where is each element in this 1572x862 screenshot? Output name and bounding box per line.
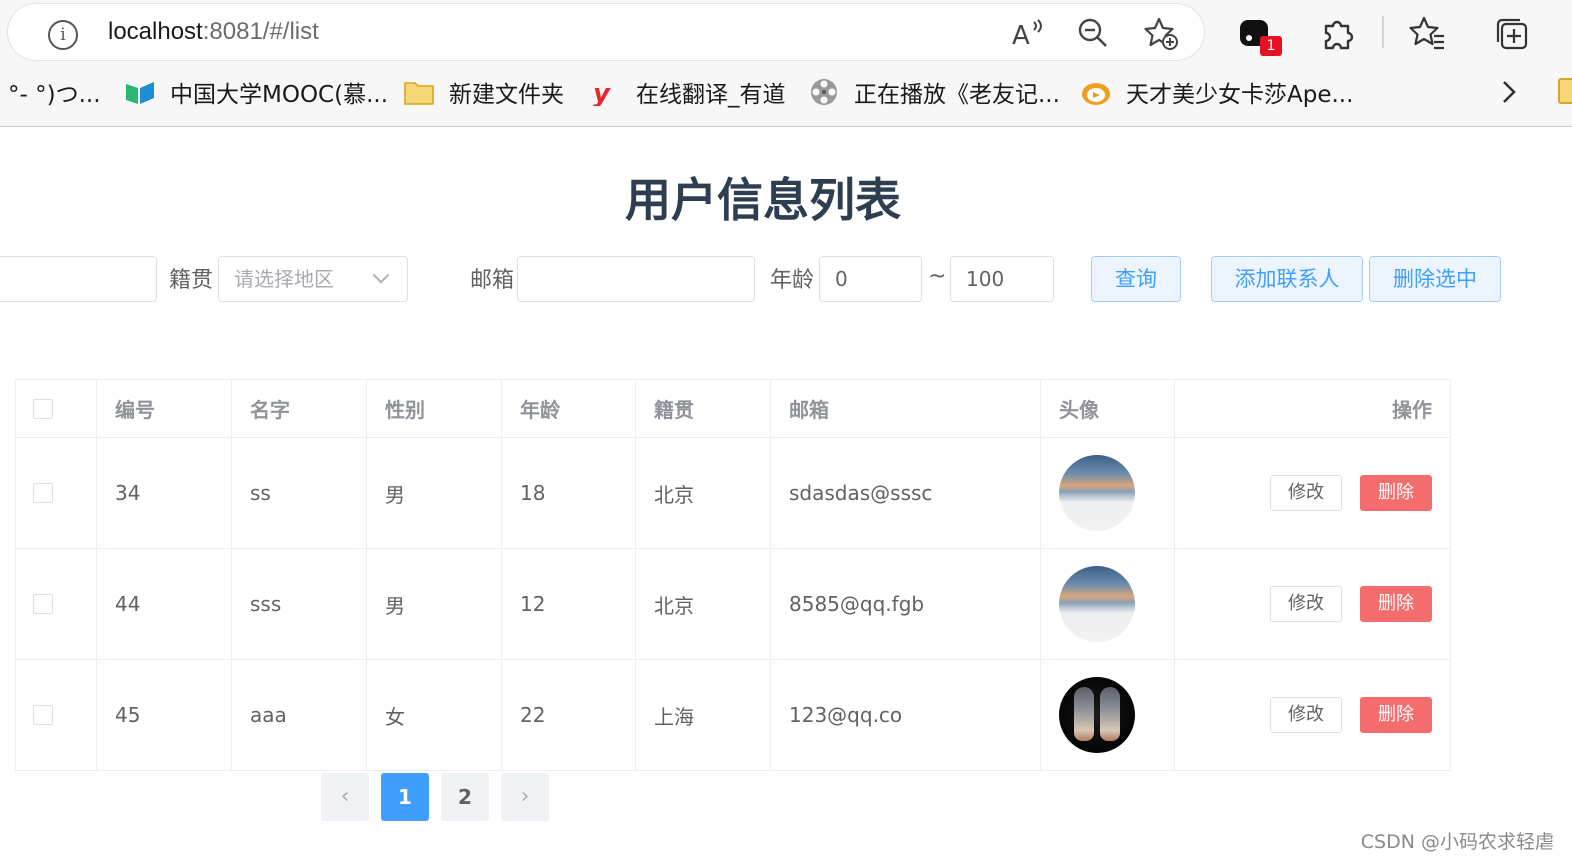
delete-button[interactable]: 删除: [1360, 586, 1432, 622]
url-text[interactable]: localhost:8081/#/list: [108, 18, 319, 46]
cell-origin: 北京: [636, 549, 771, 659]
row-checkbox[interactable]: [33, 705, 53, 725]
collections-icon[interactable]: [1492, 14, 1532, 54]
header-origin[interactable]: 籍贯: [636, 380, 771, 437]
page-1-button[interactable]: 1: [381, 773, 429, 821]
bilibili-icon: [1082, 83, 1110, 105]
svg-text:y: y: [593, 79, 611, 106]
row-checkbox[interactable]: [33, 483, 53, 503]
table-row: 34 ss 男 18 北京 sdasdas@sssc 修改 删除: [16, 438, 1450, 549]
bookmark-label: 正在播放《老友记...: [854, 82, 1060, 108]
cell-id: 45: [97, 660, 232, 770]
cell-email: sdasdas@sssc: [771, 438, 1041, 548]
header-avatar: 头像: [1041, 380, 1175, 437]
cell-name: aaa: [232, 660, 367, 770]
origin-label: 籍贯: [169, 268, 214, 293]
film-reel-icon: [811, 79, 837, 105]
cell-origin: 上海: [636, 660, 771, 770]
site-info-icon[interactable]: i: [48, 20, 78, 50]
delete-selected-button[interactable]: 删除选中: [1369, 256, 1501, 302]
bookmark-3[interactable]: y 在线翻译_有道: [590, 74, 786, 110]
add-contact-button[interactable]: 添加联系人: [1211, 256, 1363, 302]
add-favorite-icon[interactable]: [1144, 16, 1178, 50]
url-path: :8081/#/list: [202, 18, 319, 45]
user-table: 编号 名字 性别 年龄 籍贯 邮箱 头像 操作 34 ss 男 18 北京 sd…: [15, 379, 1451, 771]
next-page-button[interactable]: ›: [501, 773, 549, 821]
cell-age: 18: [502, 438, 636, 548]
avatar: [1059, 455, 1135, 531]
delete-button[interactable]: 删除: [1360, 697, 1432, 733]
cell-email: 8585@qq.fgb: [771, 549, 1041, 659]
cell-name: ss: [232, 438, 367, 548]
bookmark-4[interactable]: 正在播放《老友记...: [808, 74, 1060, 110]
delete-button[interactable]: 删除: [1360, 475, 1432, 511]
svg-text:A: A: [1012, 21, 1030, 50]
bookmark-label: 中国大学MOOC(慕...: [170, 82, 389, 108]
browser-chrome: i localhost:8081/#/list A 1 °- °)つ... 中国…: [0, 0, 1572, 127]
cell-age: 22: [502, 660, 636, 770]
cell-age: 12: [502, 549, 636, 659]
age-range-separator: ~: [928, 264, 947, 289]
bookmark-1[interactable]: 中国大学MOOC(慕...: [124, 74, 388, 110]
bookmark-label: 新建文件夹: [449, 82, 564, 108]
zoom-out-icon[interactable]: [1076, 16, 1110, 50]
bookmark-2[interactable]: 新建文件夹: [403, 74, 564, 110]
cell-id: 34: [97, 438, 232, 548]
edit-button[interactable]: 修改: [1270, 586, 1342, 622]
header-age[interactable]: 年龄: [502, 380, 636, 437]
chevron-down-icon: [372, 266, 390, 284]
read-aloud-icon[interactable]: A: [1010, 16, 1044, 51]
cell-gender: 男: [367, 438, 502, 548]
cell-gender: 男: [367, 549, 502, 659]
name-search-input[interactable]: [0, 256, 157, 302]
prev-page-button[interactable]: ‹: [321, 773, 369, 821]
folder-icon[interactable]: [1558, 78, 1572, 104]
table-header: 编号 名字 性别 年龄 籍贯 邮箱 头像 操作: [16, 380, 1450, 438]
cell-id: 44: [97, 549, 232, 659]
origin-placeholder: 请选择地区: [234, 267, 334, 291]
email-label: 邮箱: [470, 268, 515, 293]
bookmark-label: 在线翻译_有道: [636, 82, 786, 108]
table-row: 45 aaa 女 22 上海 123@qq.co 修改 删除: [16, 660, 1450, 770]
header-gender[interactable]: 性别: [367, 380, 502, 437]
cell-email: 123@qq.co: [771, 660, 1041, 770]
header-name[interactable]: 名字: [232, 380, 367, 437]
query-button[interactable]: 查询: [1091, 256, 1181, 302]
row-checkbox[interactable]: [33, 594, 53, 614]
toolbar-divider: [1382, 16, 1384, 48]
select-all-checkbox[interactable]: [33, 398, 53, 419]
origin-select[interactable]: 请选择地区: [218, 256, 408, 302]
chevron-right-icon[interactable]: [1490, 72, 1530, 112]
bookmark-0[interactable]: °- °)つ...: [8, 74, 101, 110]
header-id[interactable]: 编号: [97, 380, 232, 437]
bookmark-label: 天才美少女卡莎Ape...: [1126, 82, 1354, 108]
age-min-input[interactable]: 0: [819, 256, 922, 302]
address-bar[interactable]: i localhost:8081/#/list A: [8, 4, 1204, 60]
extensions-puzzle-icon[interactable]: [1318, 14, 1358, 54]
extension-badge: 1: [1260, 36, 1282, 56]
table-row: 44 sss 男 12 北京 8585@qq.fgb 修改 删除: [16, 549, 1450, 660]
age-max-input[interactable]: 100: [950, 256, 1054, 302]
age-label: 年龄: [770, 268, 815, 293]
cell-gender: 女: [367, 660, 502, 770]
email-input[interactable]: [517, 256, 755, 302]
folder-icon: [404, 82, 434, 105]
favorites-icon[interactable]: [1408, 14, 1448, 54]
mooc-icon: [126, 82, 154, 104]
header-actions: 操作: [1392, 398, 1432, 422]
bookmark-label: °- °)つ...: [8, 82, 101, 108]
edit-button[interactable]: 修改: [1270, 475, 1342, 511]
header-email[interactable]: 邮箱: [771, 380, 1041, 437]
url-host: localhost: [108, 18, 203, 45]
cell-name: sss: [232, 549, 367, 659]
edit-button[interactable]: 修改: [1270, 697, 1342, 733]
avatar: [1059, 566, 1135, 642]
avatar: [1059, 677, 1135, 753]
bookmark-5[interactable]: 天才美少女卡莎Ape...: [1080, 74, 1353, 110]
youdao-icon: y: [593, 79, 611, 106]
page-2-button[interactable]: 2: [441, 773, 489, 821]
page-title: 用户信息列表: [625, 173, 901, 227]
watermark: CSDN @小码农求轻虐: [1360, 831, 1554, 853]
cell-origin: 北京: [636, 438, 771, 548]
